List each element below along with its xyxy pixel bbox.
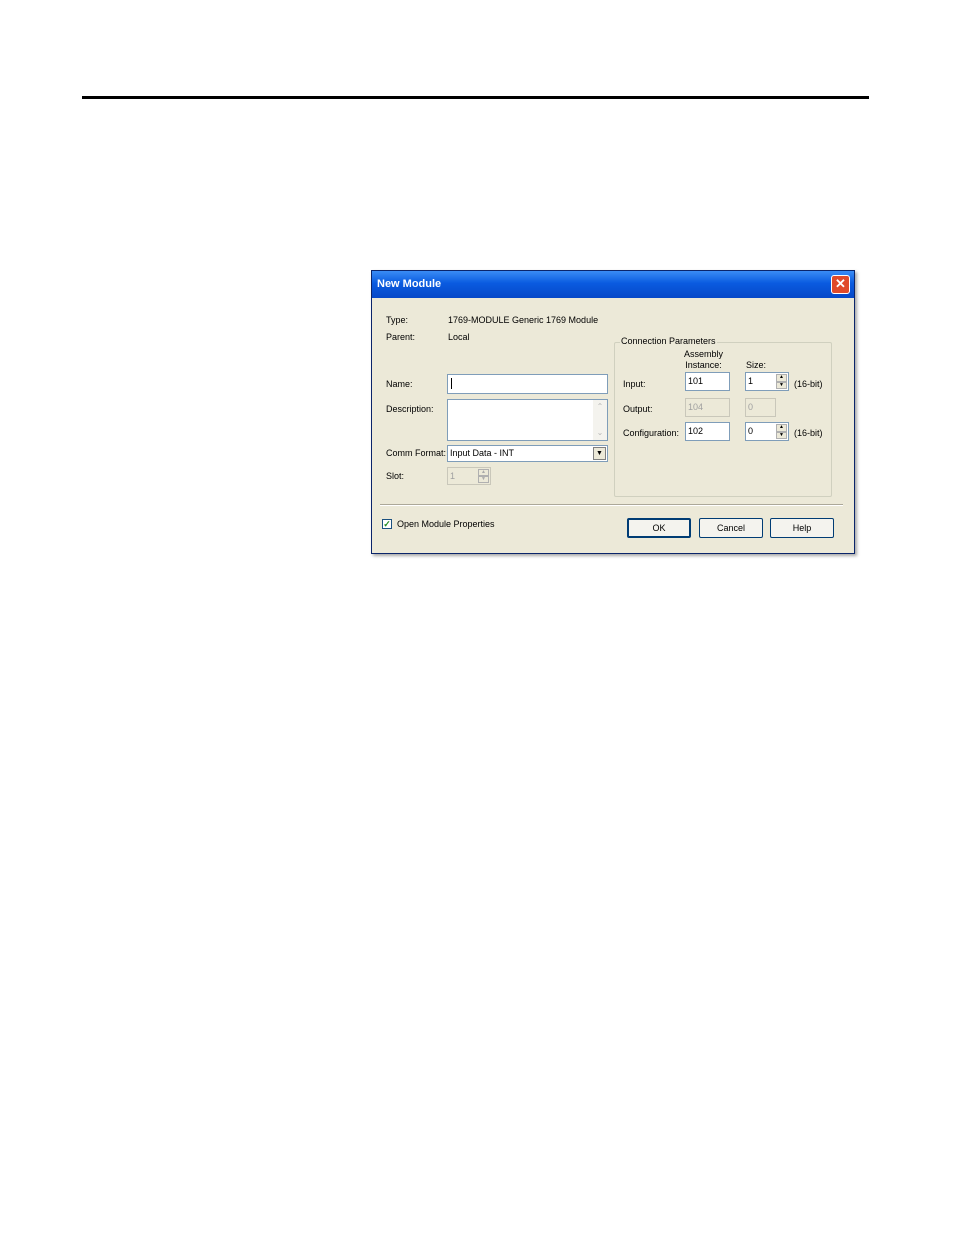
spin-down-icon[interactable]: ▼ <box>776 381 787 389</box>
open-module-properties-checkbox[interactable]: ✓ <box>382 519 392 529</box>
description-scrollbar[interactable]: ⌃ ⌄ <box>593 400 607 440</box>
size-header: Size: <box>746 360 767 370</box>
output-size-value: 0 <box>748 402 754 412</box>
configuration-label: Configuration: <box>623 428 680 438</box>
spin-up-icon[interactable]: ▲ <box>776 424 787 432</box>
chevron-down-icon[interactable]: ▼ <box>593 447 606 460</box>
spin-up-icon[interactable]: ▲ <box>478 469 489 476</box>
output-assembly-field[interactable]: 104 <box>685 398 730 417</box>
close-button[interactable]: ✕ <box>831 275 850 294</box>
scroll-up-icon[interactable]: ⌃ <box>594 401 606 413</box>
type-label: Type: <box>386 315 409 325</box>
output-label: Output: <box>623 404 653 414</box>
slot-label: Slot: <box>386 471 405 481</box>
title-bar: New Module ✕ <box>372 271 854 298</box>
configuration-size-stepper[interactable]: 0 ▲ ▼ <box>745 422 789 441</box>
configuration-assembly-field[interactable]: 102 <box>685 422 730 441</box>
type-value: 1769-MODULE Generic 1769 Module <box>448 315 599 325</box>
input-unit: (16-bit) <box>794 379 823 389</box>
input-size-stepper[interactable]: 1 ▲ ▼ <box>745 372 789 391</box>
parent-label: Parent: <box>386 332 416 342</box>
input-size-spinner[interactable]: ▲ ▼ <box>776 374 787 389</box>
open-module-properties-label[interactable]: Open Module Properties <box>397 519 495 529</box>
input-assembly-value: 101 <box>688 376 704 386</box>
name-label: Name: <box>386 379 413 389</box>
connection-parameters-legend: Connection Parameters <box>620 336 717 346</box>
slot-stepper[interactable]: 1 ▲ ▼ <box>447 467 491 485</box>
comm-format-value: Input Data - INT <box>450 448 515 458</box>
spin-down-icon[interactable]: ▼ <box>478 476 489 483</box>
separator <box>380 504 843 506</box>
spin-up-icon[interactable]: ▲ <box>776 374 787 382</box>
description-field[interactable]: ⌃ ⌄ <box>447 399 608 441</box>
input-label: Input: <box>623 379 646 389</box>
dialog-title: New Module <box>377 278 442 290</box>
comm-format-select[interactable]: Input Data - INT ▼ <box>447 445 608 462</box>
spin-down-icon[interactable]: ▼ <box>776 431 787 439</box>
slot-spinner[interactable]: ▲ ▼ <box>478 469 489 483</box>
assembly-instance-header: Assembly Instance: <box>684 349 724 370</box>
input-size-value: 1 <box>748 376 754 386</box>
ok-button[interactable]: OK <box>627 518 691 538</box>
configuration-size-spinner[interactable]: ▲ ▼ <box>776 424 787 439</box>
text-caret <box>451 378 452 389</box>
help-button[interactable]: Help <box>770 518 834 538</box>
output-size-field[interactable]: 0 <box>745 398 776 417</box>
input-assembly-field[interactable]: 101 <box>685 372 730 391</box>
comm-format-label: Comm Format: <box>386 448 447 458</box>
checkmark-icon: ✓ <box>383 519 391 529</box>
new-module-dialog: New Module ✕ Type: 1769-MODULE Generic 1… <box>371 270 855 554</box>
parent-value: Local <box>448 332 470 342</box>
name-field[interactable] <box>447 374 608 394</box>
configuration-unit: (16-bit) <box>794 428 823 438</box>
configuration-size-value: 0 <box>748 426 754 436</box>
configuration-assembly-value: 102 <box>688 426 704 436</box>
close-icon: ✕ <box>835 276 846 291</box>
cancel-button[interactable]: Cancel <box>699 518 763 538</box>
scroll-down-icon[interactable]: ⌄ <box>594 427 606 439</box>
slot-value: 1 <box>450 471 456 481</box>
output-assembly-value: 104 <box>688 402 704 412</box>
page-rule <box>82 96 869 99</box>
description-label: Description: <box>386 404 434 414</box>
